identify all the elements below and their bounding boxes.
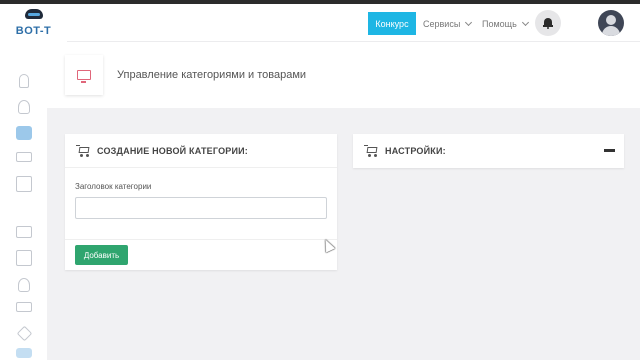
top-navbar: Конкурс Сервисы Помощь bbox=[67, 4, 640, 42]
page-title: Управление категориями и товарами bbox=[117, 69, 307, 81]
card-divider bbox=[65, 239, 337, 240]
new-category-card: СОЗДАНИЕ НОВОЙ КАТЕГОРИИ: Заголовок кате… bbox=[65, 134, 337, 270]
collapse-icon[interactable] bbox=[604, 149, 615, 152]
notifications-button[interactable] bbox=[535, 10, 561, 36]
grid-icon[interactable] bbox=[16, 348, 32, 358]
category-title-input[interactable] bbox=[75, 197, 327, 219]
services-menu[interactable]: Сервисы bbox=[423, 12, 473, 35]
new-category-title: СОЗДАНИЕ НОВОЙ КАТЕГОРИИ: bbox=[97, 145, 249, 156]
robot-logo-icon bbox=[23, 9, 45, 23]
laptop-icon[interactable] bbox=[16, 302, 32, 312]
cart-icon bbox=[76, 144, 90, 157]
chart-icon[interactable] bbox=[16, 250, 32, 266]
users-icon[interactable] bbox=[18, 100, 30, 114]
users-icon[interactable] bbox=[18, 278, 30, 292]
settings-title: НАСТРОЙКИ: bbox=[385, 146, 446, 156]
chevron-down-icon bbox=[521, 18, 529, 26]
services-label: Сервисы bbox=[423, 18, 461, 29]
sidebar bbox=[0, 42, 47, 360]
bell-icon[interactable] bbox=[19, 74, 29, 88]
settings-card: НАСТРОЙКИ: bbox=[353, 134, 624, 168]
monitor-icon bbox=[77, 70, 91, 83]
chevron-down-icon bbox=[465, 18, 473, 26]
settings-card-header: НАСТРОЙКИ: bbox=[353, 134, 624, 168]
help-label: Помощь bbox=[482, 18, 517, 29]
contest-button[interactable]: Конкурс bbox=[368, 12, 416, 35]
monitor-icon[interactable] bbox=[16, 152, 32, 162]
new-category-card-header: СОЗДАНИЕ НОВОЙ КАТЕГОРИИ: bbox=[65, 134, 337, 168]
add-category-button[interactable]: Добавить bbox=[75, 245, 128, 265]
brand-logo[interactable]: BOT-T bbox=[0, 4, 67, 42]
bell-icon bbox=[543, 17, 553, 29]
cart-icon bbox=[364, 145, 378, 157]
building-icon[interactable] bbox=[16, 176, 32, 192]
tag-icon[interactable] bbox=[16, 325, 33, 342]
category-title-label: Заголовок категории bbox=[75, 182, 152, 191]
briefcase-icon[interactable] bbox=[16, 126, 32, 140]
page-header: Управление категориями и товарами bbox=[47, 42, 640, 108]
calendar-icon[interactable] bbox=[16, 226, 32, 238]
logo-text: BOT-T bbox=[15, 25, 52, 37]
page-icon-box bbox=[65, 55, 103, 95]
help-menu[interactable]: Помощь bbox=[482, 12, 529, 35]
user-avatar[interactable] bbox=[598, 10, 624, 36]
